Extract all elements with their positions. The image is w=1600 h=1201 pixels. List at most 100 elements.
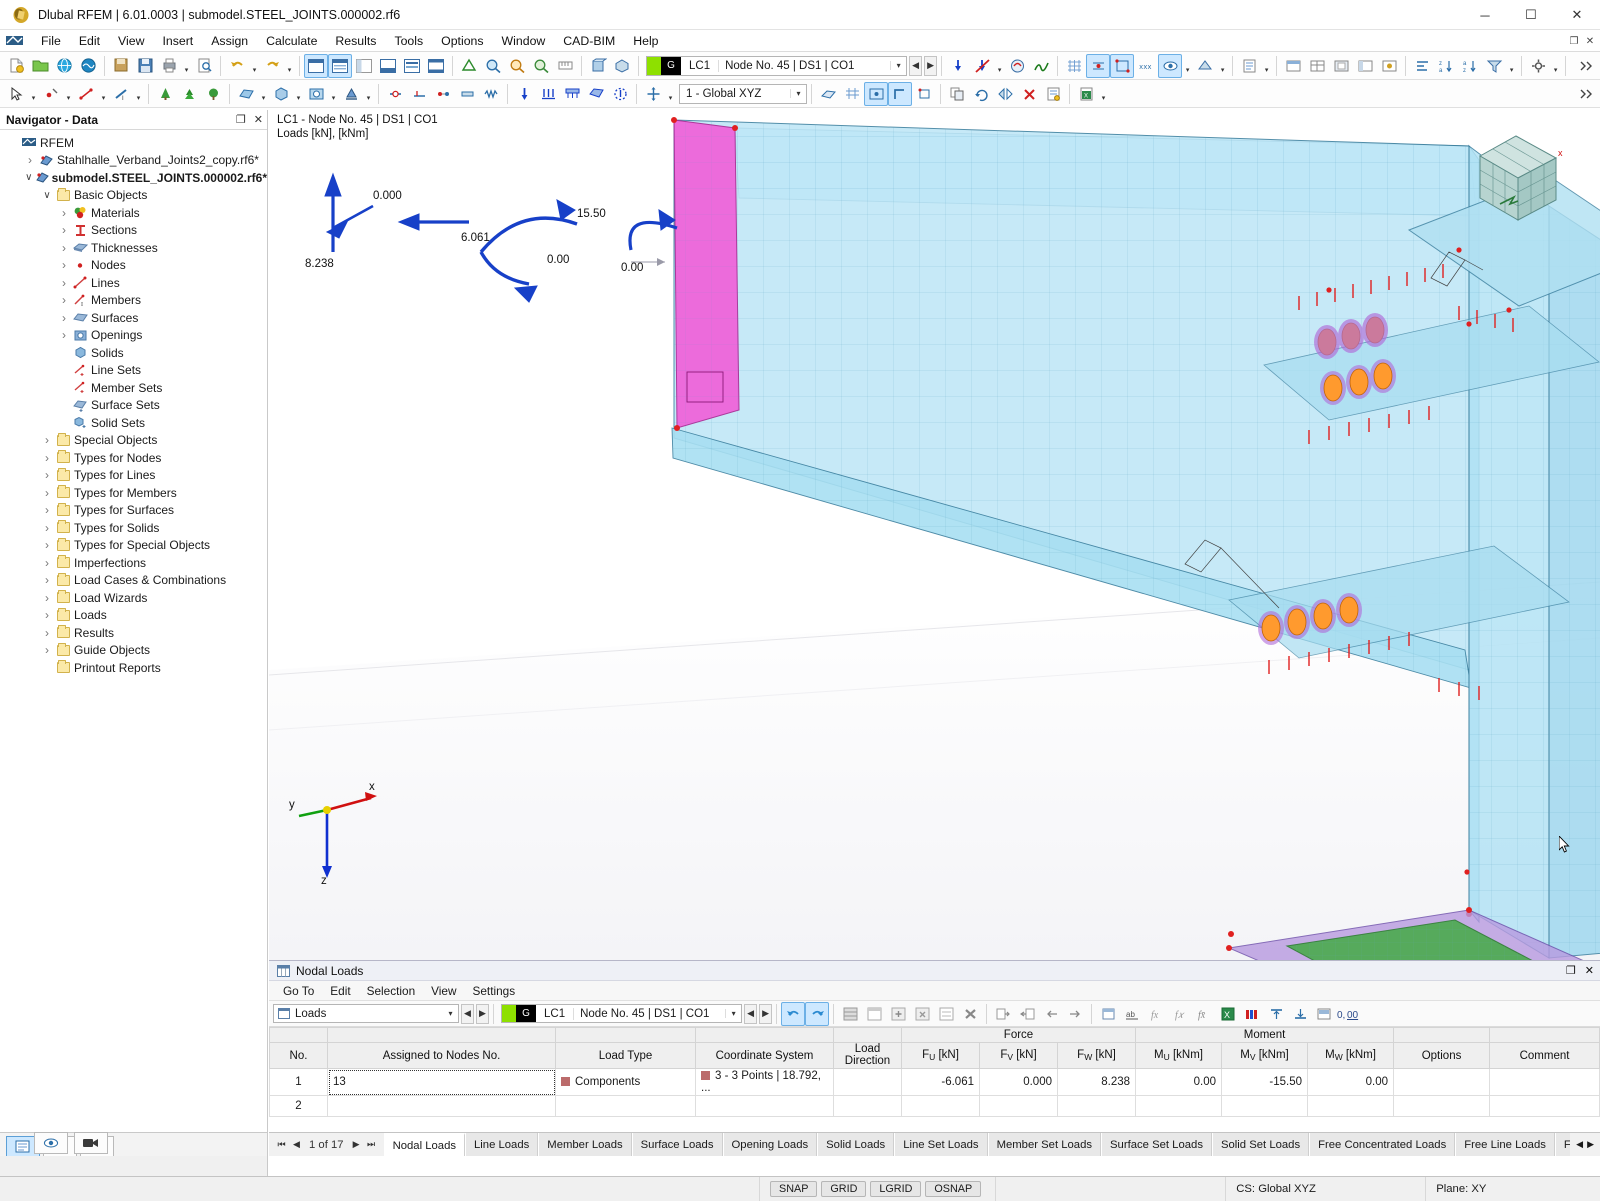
lgrid-toggle-button[interactable]: LGRID	[870, 1181, 921, 1197]
move-dropdown-icon[interactable]: ▾	[665, 82, 676, 106]
table-print-icon[interactable]	[1312, 1002, 1336, 1026]
member-dropdown-icon[interactable]: ▾	[133, 82, 144, 106]
zoom-previous-icon[interactable]	[529, 54, 553, 78]
chevron-right-icon[interactable]: ›	[40, 591, 54, 605]
menu-item-edit[interactable]: Edit	[70, 32, 109, 50]
menu-item-insert[interactable]: Insert	[153, 32, 202, 50]
zoom-window-icon[interactable]	[481, 54, 505, 78]
tree-item-types-for-members[interactable]: ›Types for Members	[0, 484, 267, 502]
chevron-right-icon[interactable]: ›	[57, 328, 71, 342]
load-surface-icon[interactable]	[584, 82, 608, 106]
opening-dropdown-icon[interactable]: ▾	[328, 82, 339, 106]
grid-toggle-icon[interactable]	[1062, 54, 1086, 78]
tree-item-guide-objects[interactable]: ›Guide Objects	[0, 642, 267, 660]
sort-a-z-icon[interactable]: az	[1458, 54, 1482, 78]
tree-item-surface-sets[interactable]: Surface Sets	[0, 397, 267, 415]
table-indent-right-icon[interactable]	[1063, 1002, 1087, 1026]
table-load-case-dropdown-icon[interactable]: ▾	[725, 1009, 741, 1018]
open-file-icon[interactable]	[28, 54, 52, 78]
opening-tool-icon[interactable]	[304, 82, 328, 106]
menu-item-tools[interactable]: Tools	[385, 32, 432, 50]
view-mode-2-icon[interactable]	[328, 54, 352, 78]
table-export-icon[interactable]	[991, 1002, 1015, 1026]
menu-close-icon[interactable]: ✕	[1582, 33, 1598, 49]
table-view-4-icon[interactable]	[1353, 54, 1377, 78]
tree-item-sections[interactable]: ›Sections	[0, 222, 267, 240]
solid-tool-icon[interactable]	[269, 82, 293, 106]
redo-dropdown-icon[interactable]: ▾	[284, 54, 295, 78]
undo-icon[interactable]	[225, 54, 249, 78]
chevron-right-icon[interactable]: ›	[40, 503, 54, 517]
chevron-right-icon[interactable]: ›	[40, 643, 54, 657]
cell-mv[interactable]: -15.50	[1222, 1069, 1308, 1096]
tree-item-materials[interactable]: ›Materials	[0, 204, 267, 222]
menu-restore-icon[interactable]: ❐	[1566, 33, 1582, 49]
tree-item-member-sets[interactable]: Member Sets	[0, 379, 267, 397]
tab-free-concentrated-loads[interactable]: Free Concentrated Loads	[1309, 1133, 1455, 1156]
cell-row-number[interactable]: 2	[270, 1096, 328, 1117]
cell-comment[interactable]	[1490, 1069, 1600, 1096]
mirror-objects-icon[interactable]	[993, 82, 1017, 106]
node-tool-icon[interactable]	[39, 82, 63, 106]
menu-item-results[interactable]: Results	[326, 32, 385, 50]
render-shaded-icon[interactable]	[457, 54, 481, 78]
tree-item-members[interactable]: ›IMembers	[0, 292, 267, 310]
column-header-mv[interactable]: MV [kNm]	[1222, 1043, 1308, 1069]
table-lc-next-button[interactable]: ▶	[759, 1004, 772, 1024]
table-menu-view[interactable]: View	[423, 983, 464, 999]
table-undo-icon[interactable]	[781, 1002, 805, 1026]
column-header-assigned-nodes[interactable]: Assigned to Nodes No.	[328, 1043, 556, 1069]
view-front-icon[interactable]	[586, 54, 610, 78]
view-mode-5-icon[interactable]	[400, 54, 424, 78]
rigid-link-icon[interactable]	[455, 82, 479, 106]
cell-load-type[interactable]: Components	[556, 1069, 696, 1096]
render-style-icon[interactable]	[1193, 54, 1217, 78]
cell-fu[interactable]: -6.061	[902, 1069, 980, 1096]
tree-item-nodes[interactable]: ›Nodes	[0, 257, 267, 275]
snap-toggle-icon[interactable]	[1086, 54, 1110, 78]
chevron-right-icon[interactable]: ›	[40, 468, 54, 482]
tree-item-results[interactable]: ›Results	[0, 624, 267, 642]
column-header-comment[interactable]: Comment	[1490, 1043, 1600, 1069]
visibility-mode-icon[interactable]	[1158, 54, 1182, 78]
member-tool-icon[interactable]: I	[109, 82, 133, 106]
open-web-icon[interactable]	[52, 54, 76, 78]
cell-fv[interactable]	[980, 1096, 1058, 1117]
tree-item-types-for-lines[interactable]: ›Types for Lines	[0, 467, 267, 485]
coordinate-system-selector[interactable]: 1 - Global XYZ ▾	[679, 84, 807, 104]
support-dropdown-icon[interactable]: ▾	[363, 82, 374, 106]
load-nodal-icon[interactable]	[512, 82, 536, 106]
open-cloud-icon[interactable]	[76, 54, 100, 78]
osnap-toggle-button[interactable]: OSNAP	[925, 1181, 981, 1197]
tree-item-solid-sets[interactable]: Solid Sets	[0, 414, 267, 432]
chevron-right-icon[interactable]: ›	[57, 223, 71, 237]
spring-icon[interactable]	[479, 82, 503, 106]
chevron-right-icon[interactable]: ›	[40, 626, 54, 640]
align-left-icon[interactable]	[1410, 54, 1434, 78]
tab-surface-set-loads[interactable]: Surface Set Loads	[1101, 1133, 1212, 1156]
table-view-5-icon[interactable]	[1377, 54, 1401, 78]
cell-mu[interactable]: 0.00	[1136, 1069, 1222, 1096]
zoom-all-icon[interactable]	[505, 54, 529, 78]
table-align-top-icon[interactable]	[1264, 1002, 1288, 1026]
table-formula-2-icon[interactable]: f𝑥	[1168, 1002, 1192, 1026]
print-dropdown-icon[interactable]: ▾	[181, 54, 192, 78]
pager-first-button[interactable]: ⏮	[275, 1139, 288, 1150]
print-icon[interactable]	[157, 54, 181, 78]
support-tool-icon[interactable]	[339, 82, 363, 106]
cell-options[interactable]	[1394, 1096, 1490, 1117]
nodal-loads-grid-container[interactable]: Force Moment No. Assigned to Nodes No. L…	[269, 1027, 1600, 1132]
render-style-dropdown-icon[interactable]: ▾	[1217, 54, 1228, 78]
table-grid-rows-icon[interactable]	[862, 1002, 886, 1026]
object-type-dropdown-icon[interactable]: ▾	[443, 1009, 458, 1018]
tab-line-loads[interactable]: Line Loads	[465, 1133, 538, 1156]
line-dropdown-icon[interactable]: ▾	[98, 82, 109, 106]
column-header-fw[interactable]: FW [kN]	[1058, 1043, 1136, 1069]
ortho-mode-icon[interactable]	[888, 82, 912, 106]
object-type-selector[interactable]: Loads ▾	[273, 1004, 459, 1023]
load-case-next-button[interactable]: ▶	[924, 56, 937, 76]
tree-item-openings[interactable]: ›Openings	[0, 327, 267, 345]
tab-nodal-loads[interactable]: Nodal Loads	[384, 1133, 465, 1156]
column-header-load-direction[interactable]: Load Direction	[834, 1043, 902, 1069]
view-iso-icon[interactable]	[610, 54, 634, 78]
